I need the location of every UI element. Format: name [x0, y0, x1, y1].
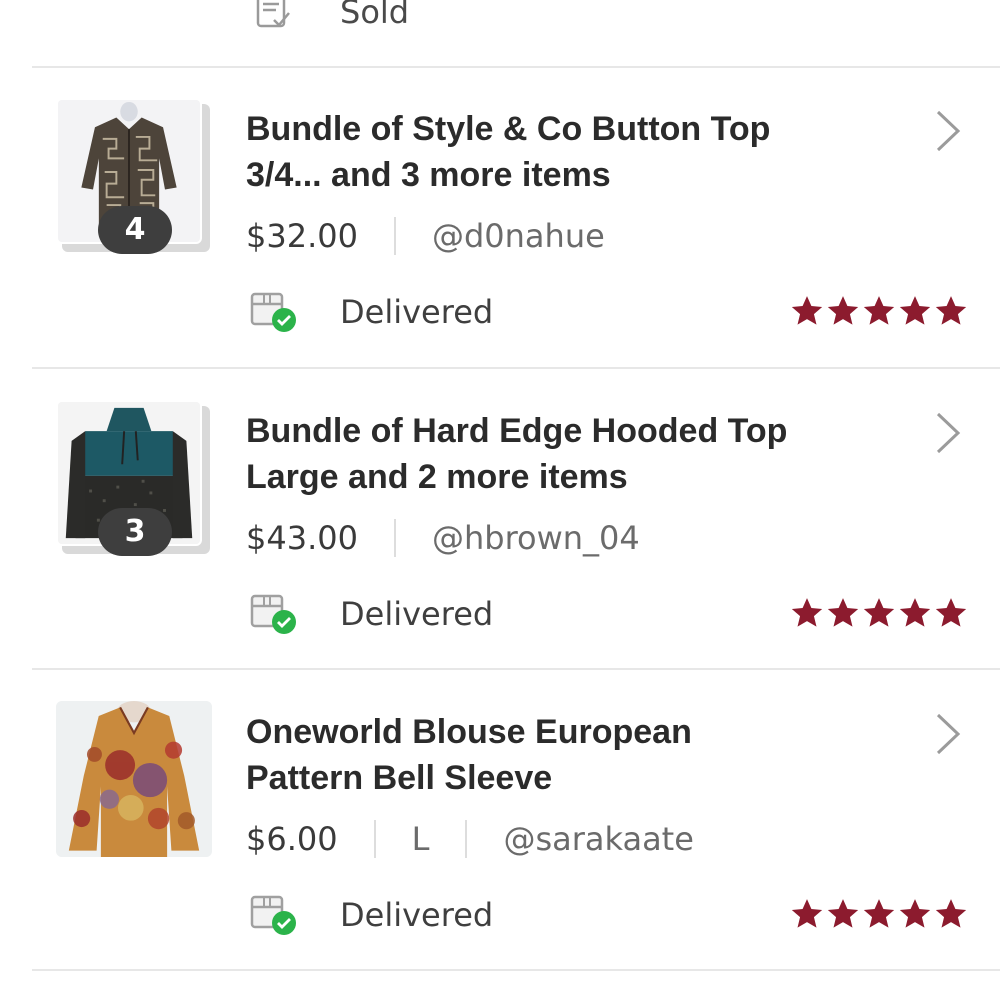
rating-stars — [790, 897, 970, 933]
star-icon — [863, 598, 895, 627]
separator — [393, 217, 396, 255]
delivery-status: Delivered — [340, 595, 494, 633]
rating-stars — [790, 596, 970, 632]
star-icon — [791, 899, 823, 928]
package-delivered-icon — [250, 290, 300, 334]
order-title-line-1: Oneworld Blouse European — [246, 713, 692, 751]
star-icon — [935, 296, 967, 325]
star-icon — [863, 899, 895, 928]
order-title-line-2: 3/4... and 3 more items — [246, 156, 611, 194]
order-row[interactable]: Oneworld Blouse European Pattern Bell Sl… — [0, 669, 1000, 969]
separator — [393, 519, 396, 557]
order-title-line-2: Large and 2 more items — [246, 458, 628, 496]
order-price: $43.00 — [246, 519, 358, 557]
sold-status-label: Sold — [340, 0, 410, 31]
bundle-count-badge: 4 — [98, 206, 172, 254]
order-meta: $32.00 @d0nahue — [246, 212, 605, 260]
star-icon — [935, 598, 967, 627]
order-title[interactable]: Oneworld Blouse European Pattern Bell Sl… — [246, 709, 906, 801]
sold-receipt-icon — [254, 0, 294, 34]
sold-status-row: Sold — [0, 0, 1000, 66]
order-status-row: Delivered — [250, 891, 970, 939]
order-title[interactable]: Bundle of Style & Co Button Top 3/4... a… — [246, 106, 906, 198]
delivery-status: Delivered — [340, 293, 494, 331]
orders-list: Sold 4 Bundle of Style & Co Button Top 3… — [0, 0, 1000, 1000]
star-icon — [827, 296, 859, 325]
item-photo — [56, 701, 212, 857]
bundle-count-badge: 3 — [98, 508, 172, 556]
seller-username[interactable]: @sarakaate — [503, 820, 693, 858]
order-title[interactable]: Bundle of Hard Edge Hooded Top Large and… — [246, 408, 906, 500]
delivery-status: Delivered — [340, 896, 494, 934]
separator — [373, 820, 376, 858]
star-icon — [863, 296, 895, 325]
order-title-line-1: Bundle of Style & Co Button Top — [246, 110, 771, 148]
chevron-right-icon[interactable] — [930, 711, 966, 757]
chevron-right-icon[interactable] — [930, 410, 966, 456]
seller-username[interactable]: @hbrown_04 — [432, 519, 640, 557]
divider — [32, 969, 1000, 971]
star-icon — [899, 296, 931, 325]
order-meta: $6.00 L @sarakaate — [246, 815, 694, 863]
order-thumbnail[interactable]: 3 — [56, 400, 214, 558]
star-icon — [899, 598, 931, 627]
order-title-line-1: Bundle of Hard Edge Hooded Top — [246, 412, 788, 450]
order-thumbnail[interactable]: 4 — [56, 98, 214, 256]
order-status-row: Delivered — [250, 288, 970, 336]
star-icon — [827, 899, 859, 928]
order-status-row: Delivered — [250, 590, 970, 638]
package-delivered-icon — [250, 592, 300, 636]
item-size: L — [411, 820, 430, 858]
package-delivered-icon — [250, 893, 300, 937]
star-icon — [791, 598, 823, 627]
order-thumbnail[interactable] — [56, 701, 214, 859]
star-icon — [791, 296, 823, 325]
separator — [465, 820, 468, 858]
star-icon — [827, 598, 859, 627]
order-meta: $43.00 @hbrown_04 — [246, 514, 640, 562]
rating-stars — [790, 294, 970, 330]
star-icon — [899, 899, 931, 928]
seller-username[interactable]: @d0nahue — [432, 217, 605, 255]
order-row[interactable]: 3 Bundle of Hard Edge Hooded Top Large a… — [0, 368, 1000, 668]
order-price: $32.00 — [246, 217, 358, 255]
order-title-line-2: Pattern Bell Sleeve — [246, 759, 553, 797]
star-icon — [935, 899, 967, 928]
order-price: $6.00 — [246, 820, 338, 858]
chevron-right-icon[interactable] — [930, 108, 966, 154]
order-row[interactable]: 4 Bundle of Style & Co Button Top 3/4...… — [0, 66, 1000, 366]
